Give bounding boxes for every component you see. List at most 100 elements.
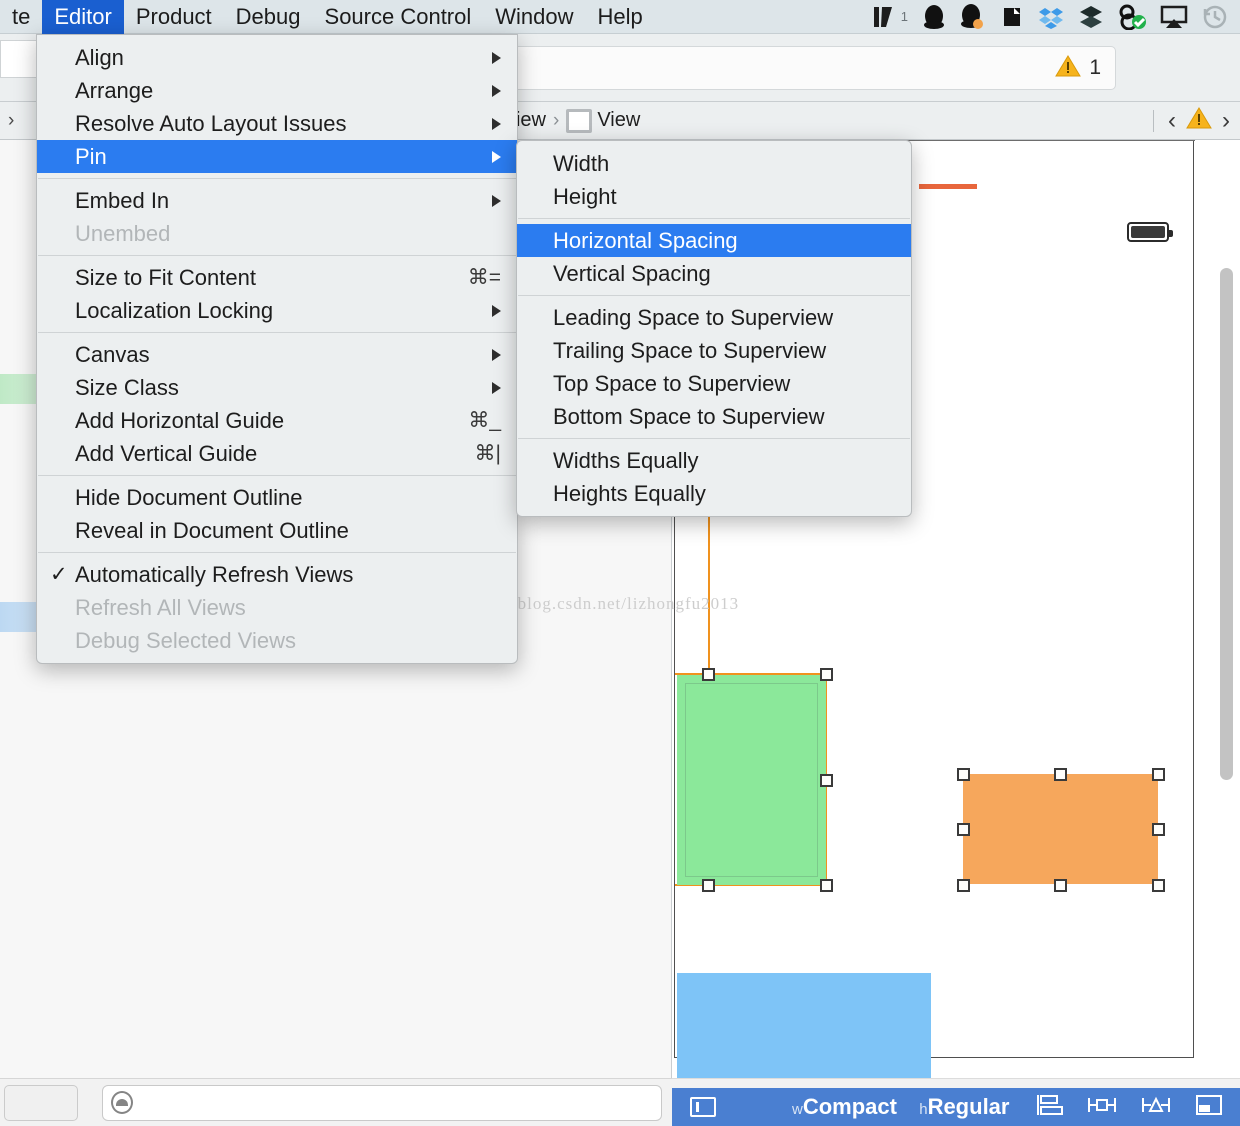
- menubar-item-help[interactable]: Help: [586, 0, 655, 34]
- menu-separator: [38, 255, 516, 256]
- submenu-item-width[interactable]: Width: [517, 147, 911, 180]
- breadcrumb-item-5[interactable]: View: [564, 109, 642, 133]
- menu-item-resolve-auto-layout-issues[interactable]: Resolve Auto Layout Issues: [37, 107, 517, 140]
- resize-handle[interactable]: [1152, 879, 1165, 892]
- align-icon[interactable]: [1034, 1092, 1064, 1123]
- menu-item-arrange[interactable]: Arrange: [37, 74, 517, 107]
- resize-handle[interactable]: [1152, 768, 1165, 781]
- warning-triangle-icon[interactable]: [1186, 106, 1212, 136]
- qq-penguin-icon[interactable]: [922, 4, 946, 30]
- height-prefix: h: [919, 1101, 927, 1118]
- menu-item-label: Size to Fit Content: [75, 265, 256, 291]
- menubar-item-source-control[interactable]: Source Control: [313, 0, 484, 34]
- menu-item-label: Debug Selected Views: [75, 628, 296, 654]
- view-mode-button[interactable]: [4, 1085, 78, 1121]
- resize-handle[interactable]: [702, 668, 715, 681]
- submenu-item-bottom-space-to-superview[interactable]: Bottom Space to Superview: [517, 400, 911, 433]
- resize-handle[interactable]: [702, 879, 715, 892]
- menu-item-add-vertical-guide[interactable]: Add Vertical Guide ⌘|: [37, 437, 517, 470]
- menu-item-automatically-refresh-views[interactable]: ✓ Automatically Refresh Views: [37, 558, 517, 591]
- menu-separator: [38, 178, 516, 179]
- resizing-behavior-icon[interactable]: [1194, 1092, 1224, 1123]
- canvas-vertical-scrollbar[interactable]: [1220, 268, 1233, 780]
- submenu-item-height[interactable]: Height: [517, 180, 911, 213]
- dropbox-icon[interactable]: [1038, 4, 1064, 30]
- battery-icon: [1127, 222, 1169, 242]
- toggle-document-outline-button[interactable]: [690, 1097, 716, 1117]
- next-issue-button[interactable]: ›: [1222, 107, 1230, 135]
- menubar-item-product[interactable]: Product: [124, 0, 224, 34]
- size-class-label[interactable]: wCompact hRegular: [792, 1094, 1009, 1120]
- menu-item-label: Automatically Refresh Views: [75, 562, 353, 588]
- menu-item-label: Bottom Space to Superview: [553, 404, 824, 430]
- resize-handle[interactable]: [957, 879, 970, 892]
- menubar-item-partial[interactable]: te: [0, 0, 42, 34]
- airplay-icon[interactable]: [1160, 4, 1188, 30]
- menu-item-label: Reveal in Document Outline: [75, 518, 349, 544]
- stack-icon[interactable]: [1078, 4, 1104, 30]
- menu-item-label: Vertical Spacing: [553, 261, 711, 287]
- menu-item-localization-locking[interactable]: Localization Locking: [37, 294, 517, 327]
- pin-submenu[interactable]: Width Height Horizontal Spacing Vertical…: [516, 140, 912, 517]
- menu-item-label: Leading Space to Superview: [553, 305, 833, 331]
- alfred-badge: 1: [901, 9, 908, 24]
- menu-item-label: Canvas: [75, 342, 150, 368]
- chevron-right-icon: [492, 118, 501, 130]
- menu-item-reveal-in-document-outline[interactable]: Reveal in Document Outline: [37, 514, 517, 547]
- menu-item-align[interactable]: Align: [37, 41, 517, 74]
- resize-handle[interactable]: [957, 768, 970, 781]
- resize-handle[interactable]: [820, 668, 833, 681]
- warning-triangle-icon[interactable]: [1055, 54, 1081, 83]
- menu-item-unembed: Unembed: [37, 217, 517, 250]
- alfred-icon[interactable]: 1: [872, 4, 908, 30]
- editor-dropdown-menu[interactable]: Align Arrange Resolve Auto Layout Issues…: [36, 34, 518, 664]
- menu-item-label: Hide Document Outline: [75, 485, 302, 511]
- menu-item-embed-in[interactable]: Embed In: [37, 184, 517, 217]
- menu-item-label: Width: [553, 151, 609, 177]
- blue-view[interactable]: [677, 973, 931, 1078]
- menu-item-size-to-fit-content[interactable]: Size to Fit Content ⌘=: [37, 261, 517, 294]
- submenu-item-heights-equally[interactable]: Heights Equally: [517, 477, 911, 510]
- resolve-auto-layout-issues-icon[interactable]: [1140, 1092, 1172, 1123]
- menu-item-label: Unembed: [75, 221, 170, 247]
- resize-handle[interactable]: [820, 774, 833, 787]
- evernote-icon[interactable]: [1000, 4, 1024, 30]
- orange-view[interactable]: [963, 774, 1158, 884]
- menubar-item-window[interactable]: Window: [483, 0, 585, 34]
- submenu-item-leading-space-to-superview[interactable]: Leading Space to Superview: [517, 301, 911, 334]
- cleanmymac-icon[interactable]: [1118, 4, 1146, 30]
- chevron-right-icon: [492, 305, 501, 317]
- menu-separator: [518, 438, 910, 439]
- menu-item-canvas[interactable]: Canvas: [37, 338, 517, 371]
- resize-handle[interactable]: [1054, 768, 1067, 781]
- previous-issue-button[interactable]: ‹: [1168, 107, 1176, 135]
- submenu-item-widths-equally[interactable]: Widths Equally: [517, 444, 911, 477]
- submenu-item-top-space-to-superview[interactable]: Top Space to Superview: [517, 367, 911, 400]
- submenu-item-trailing-space-to-superview[interactable]: Trailing Space to Superview: [517, 334, 911, 367]
- menu-item-add-horizontal-guide[interactable]: Add Horizontal Guide ⌘_: [37, 404, 517, 437]
- jumpbar-collapse-icon[interactable]: ›: [0, 110, 22, 132]
- menu-item-hide-document-outline[interactable]: Hide Document Outline: [37, 481, 517, 514]
- resize-handle[interactable]: [820, 879, 833, 892]
- menu-separator: [38, 552, 516, 553]
- resize-handle[interactable]: [1054, 879, 1067, 892]
- menu-item-pin[interactable]: Pin: [37, 140, 517, 173]
- resize-handle[interactable]: [957, 823, 970, 836]
- navbar-accent: [919, 184, 977, 189]
- menubar-item-debug[interactable]: Debug: [224, 0, 313, 34]
- menu-item-label: Add Horizontal Guide: [75, 408, 284, 434]
- menu-item-size-class[interactable]: Size Class: [37, 371, 517, 404]
- filter-input[interactable]: [102, 1085, 662, 1121]
- height-value: Regular: [928, 1094, 1010, 1119]
- resize-handle[interactable]: [1152, 823, 1165, 836]
- time-machine-icon[interactable]: [1202, 4, 1228, 30]
- green-view[interactable]: [677, 675, 826, 885]
- menubar-item-editor[interactable]: Editor: [42, 0, 123, 34]
- filter-icon: [111, 1091, 133, 1114]
- pin-icon[interactable]: [1086, 1092, 1118, 1123]
- chevron-right-icon: [492, 382, 501, 394]
- chevron-right-icon: [492, 195, 501, 207]
- qq-message-icon[interactable]: [960, 4, 986, 30]
- submenu-item-horizontal-spacing[interactable]: Horizontal Spacing: [517, 224, 911, 257]
- submenu-item-vertical-spacing[interactable]: Vertical Spacing: [517, 257, 911, 290]
